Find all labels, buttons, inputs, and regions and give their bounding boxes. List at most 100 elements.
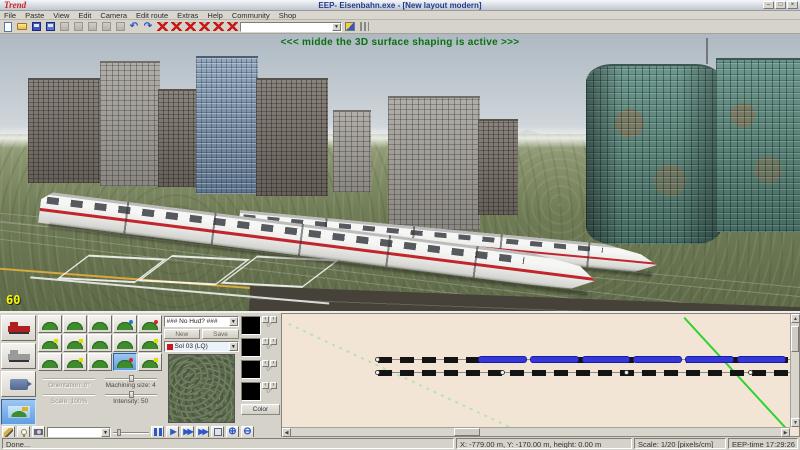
texture-slot-4[interactable] xyxy=(241,382,261,401)
tool-slope[interactable] xyxy=(88,334,112,352)
delete-icon[interactable] xyxy=(114,21,126,32)
track-node[interactable] xyxy=(500,370,505,375)
machining-size-slider[interactable] xyxy=(105,375,157,382)
texture-preview[interactable] xyxy=(168,354,235,423)
plan-train-consist[interactable] xyxy=(478,356,786,363)
save-icon[interactable] xyxy=(30,21,42,32)
speed-slider[interactable] xyxy=(113,428,149,437)
track-tool-rotate-icon[interactable] xyxy=(212,21,224,32)
cut-icon[interactable] xyxy=(58,21,70,32)
duplicate-icon[interactable] xyxy=(100,21,112,32)
scroll-down-icon[interactable]: ▼ xyxy=(791,418,800,427)
plan-train-car[interactable] xyxy=(478,356,527,363)
texture-slot-3[interactable] xyxy=(241,360,261,379)
layers-icon[interactable] xyxy=(344,21,356,32)
3d-viewport[interactable]: <<< midde the 3D surface shaping is acti… xyxy=(0,34,800,311)
tool-plateau[interactable] xyxy=(88,315,112,333)
plan-vertical-scrollbar[interactable]: ▲ ▼ xyxy=(790,314,799,427)
chevron-down-icon[interactable]: ▼ xyxy=(229,342,238,351)
statistics-icon[interactable] xyxy=(358,21,370,32)
menu-community[interactable]: Community xyxy=(232,11,270,20)
intensity-slider[interactable] xyxy=(105,391,157,398)
view-select-combo[interactable]: ▼ xyxy=(47,427,111,438)
scale-slider[interactable] xyxy=(43,391,95,398)
plan-horizontal-scrollbar[interactable]: ◀ ▶ xyxy=(282,427,790,436)
paste-icon[interactable] xyxy=(86,21,98,32)
scroll-left-icon[interactable]: ◀ xyxy=(282,428,291,437)
chevron-down-icon[interactable]: ▼ xyxy=(332,23,341,31)
camera-select-combo[interactable]: ▼ xyxy=(240,22,342,32)
terrain-mode-button[interactable] xyxy=(1,399,36,425)
tool-water[interactable] xyxy=(113,315,137,333)
plan-train-car[interactable] xyxy=(633,356,682,363)
surface-texture-combo[interactable]: Sol 03 (LQ) ▼ xyxy=(164,341,239,352)
tool-excavate-1[interactable] xyxy=(38,334,62,352)
rotate-left-button[interactable]: ‹ xyxy=(262,382,269,389)
menu-edit-route[interactable]: Edit route xyxy=(136,11,168,20)
redo-icon[interactable]: ↷ xyxy=(142,21,154,32)
track-node[interactable] xyxy=(375,370,380,375)
texture-slot-2[interactable] xyxy=(241,338,261,357)
plan-train-car[interactable] xyxy=(737,356,786,363)
rotate-left-button[interactable]: ‹ xyxy=(262,338,269,345)
track-tool-split-icon[interactable] xyxy=(170,21,182,32)
track-plan-2d-view[interactable]: ▲ ▼ ◀ ▶ xyxy=(281,313,800,437)
rolling-stock-mode-button[interactable] xyxy=(1,343,36,369)
orientation-slider[interactable] xyxy=(43,375,95,382)
horizontal-scroll-thumb[interactable] xyxy=(454,428,480,436)
scroll-up-icon[interactable]: ▲ xyxy=(791,314,800,323)
plan-train-car[interactable] xyxy=(530,356,579,363)
minimize-button[interactable]: – xyxy=(763,1,774,9)
rotate-right-button[interactable]: › xyxy=(270,316,277,323)
menu-help[interactable]: Help xyxy=(207,11,222,20)
tool-texture-brush-active[interactable] xyxy=(113,353,137,371)
track-plan-canvas[interactable] xyxy=(282,314,790,427)
scroll-right-icon[interactable]: ▶ xyxy=(781,428,790,437)
tool-excavate-2[interactable] xyxy=(138,334,162,352)
tool-level-area[interactable] xyxy=(138,353,162,371)
camera-mode-button[interactable] xyxy=(1,371,36,397)
close-button[interactable]: × xyxy=(787,1,798,9)
plan-track-lower[interactable] xyxy=(378,370,790,376)
tool-smooth[interactable] xyxy=(38,353,62,371)
menu-camera[interactable]: Camera xyxy=(100,11,127,20)
plan-train-car[interactable] xyxy=(582,356,631,363)
color-button[interactable]: Color xyxy=(241,404,280,415)
menu-extras[interactable]: Extras xyxy=(177,11,198,20)
vertical-scroll-thumb[interactable] xyxy=(791,326,799,352)
track-tool-switch-icon[interactable] xyxy=(184,21,196,32)
menu-edit[interactable]: Edit xyxy=(78,11,91,20)
tool-roughen[interactable] xyxy=(63,353,87,371)
track-node[interactable] xyxy=(375,357,380,362)
tool-ridge[interactable] xyxy=(113,334,137,352)
track-node[interactable] xyxy=(624,370,629,375)
menu-shop[interactable]: Shop xyxy=(279,11,297,20)
track-tool-properties-icon[interactable] xyxy=(226,21,238,32)
steam-loco-mode-button[interactable] xyxy=(1,315,36,341)
menu-view[interactable]: View xyxy=(53,11,69,20)
rotate-right-button[interactable]: › xyxy=(270,360,277,367)
texture-set-combo[interactable]: ### No Hud? ### ▼ xyxy=(164,316,239,327)
new-button[interactable]: New xyxy=(164,329,201,339)
rotate-right-button[interactable]: › xyxy=(270,338,277,345)
save-as-icon[interactable] xyxy=(44,21,56,32)
new-file-icon[interactable] xyxy=(2,21,14,32)
plan-train-car[interactable] xyxy=(685,356,734,363)
save-button[interactable]: Save xyxy=(202,329,239,339)
tool-raise-hill[interactable] xyxy=(38,315,62,333)
tool-mark-terrain[interactable] xyxy=(138,315,162,333)
tool-flatten[interactable] xyxy=(63,334,87,352)
tool-raise-wide-hill[interactable] xyxy=(63,315,87,333)
open-file-icon[interactable] xyxy=(16,21,28,32)
rotate-right-button[interactable]: › xyxy=(270,382,277,389)
undo-icon[interactable]: ↶ xyxy=(128,21,140,32)
copy-icon[interactable] xyxy=(72,21,84,32)
texture-slot-1[interactable] xyxy=(241,316,261,335)
tool-paint-texture[interactable] xyxy=(88,353,112,371)
track-node[interactable] xyxy=(748,370,753,375)
track-tool-connect-icon[interactable] xyxy=(156,21,168,32)
chevron-down-icon[interactable]: ▼ xyxy=(229,317,238,326)
track-tool-signal-icon[interactable] xyxy=(198,21,210,32)
menu-paste[interactable]: Paste xyxy=(25,11,44,20)
rotate-left-button[interactable]: ‹ xyxy=(262,316,269,323)
